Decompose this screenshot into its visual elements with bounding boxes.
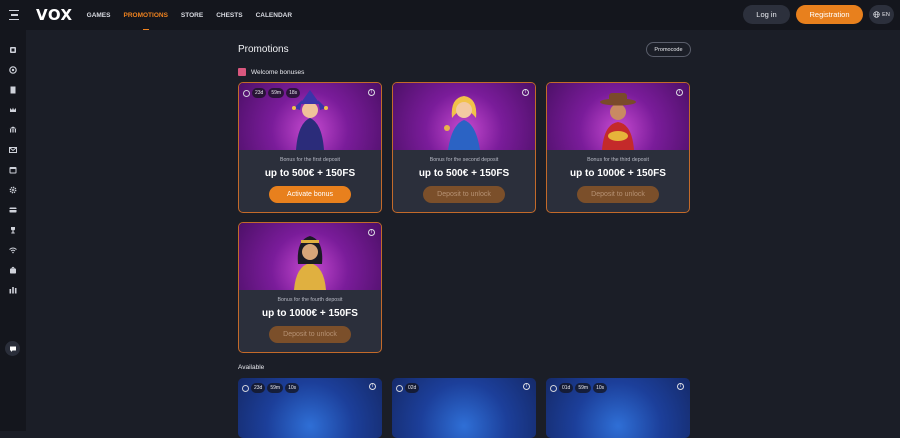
nav-chests[interactable]: CHESTS — [216, 0, 242, 30]
promo-art-blonde: i — [393, 83, 535, 150]
live-casino-icon[interactable] — [9, 66, 17, 74]
bonus-subtitle: Bonus for the second deposit — [429, 157, 499, 163]
page-title: Promotions — [238, 44, 289, 55]
bonus-amount: up to 500€ + 150FS — [418, 168, 510, 179]
chat-icon — [9, 346, 16, 352]
promo-timer: 23d 59m 10s — [242, 383, 300, 393]
bonus-amount: up to 1000€ + 150FS — [570, 168, 666, 179]
nav-store[interactable]: STORE — [181, 0, 203, 30]
top-bar: VOX GAMES PROMOTIONS STORE CHESTS CALEND… — [0, 0, 900, 30]
promocode-button[interactable]: Promocode — [646, 42, 691, 57]
gear-icon[interactable] — [9, 186, 17, 194]
promo-art-joker: 23d 59m 18s i — [239, 83, 381, 150]
clock-icon — [396, 384, 403, 392]
info-icon[interactable]: i — [368, 229, 375, 236]
available-promo-card[interactable]: 02d i — [392, 378, 536, 438]
main-nav: GAMES PROMOTIONS STORE CHESTS CALENDAR — [87, 0, 292, 30]
calendar-icon[interactable] — [9, 166, 17, 174]
mail-icon[interactable] — [9, 146, 17, 154]
clock-icon — [243, 89, 250, 97]
clock-icon — [550, 384, 557, 392]
bonus-card-third-deposit: i Bonus for the third deposit up to 1000… — [546, 82, 690, 213]
deposit-to-unlock-button[interactable]: Deposit to unlock — [269, 326, 351, 343]
timer-minutes: 59m — [268, 88, 285, 98]
timer-days: 01d — [559, 383, 574, 393]
bonus-subtitle: Bonus for the fourth deposit — [277, 297, 343, 303]
registration-button[interactable]: Registration — [796, 5, 863, 24]
welcome-section-header: Welcome bonuses — [238, 68, 304, 76]
language-selector[interactable]: EN — [869, 5, 894, 24]
logo[interactable]: VOX — [36, 6, 73, 24]
crown-icon[interactable] — [9, 106, 17, 114]
bonus-card-fourth-deposit: i Bonus for the fourth deposit up to 100… — [238, 222, 382, 353]
info-icon[interactable]: i — [677, 383, 684, 390]
deposit-to-unlock-button[interactable]: Deposit to unlock — [423, 186, 505, 203]
bonus-subtitle: Bonus for the third deposit — [587, 157, 649, 163]
info-icon[interactable]: i — [369, 383, 376, 390]
bonus-card-first-deposit: 23d 59m 18s i Bonus for the first deposi… — [238, 82, 382, 213]
nav-promotions[interactable]: PROMOTIONS — [123, 0, 168, 30]
timer-days: 02d — [405, 383, 420, 393]
bank-icon[interactable] — [9, 126, 17, 134]
available-promo-card[interactable]: 23d 59m 10s i — [238, 378, 382, 438]
bag-icon[interactable] — [9, 266, 17, 274]
welcome-section-title: Welcome bonuses — [251, 68, 305, 76]
card-icon[interactable] — [9, 206, 17, 214]
promo-timer: 01d 59m 10s — [550, 383, 608, 393]
document-icon[interactable] — [9, 86, 17, 94]
promo-art-cowboy: i — [547, 83, 689, 150]
clock-icon — [242, 384, 249, 392]
available-promo-card[interactable]: 01d 59m 10s i — [546, 378, 690, 438]
nav-games[interactable]: GAMES — [87, 0, 111, 30]
bonus-amount: up to 1000€ + 150FS — [262, 308, 358, 319]
nav-calendar[interactable]: CALENDAR — [256, 0, 292, 30]
chat-button[interactable] — [5, 341, 20, 356]
language-label: EN — [882, 11, 890, 18]
available-section-title: Available — [238, 364, 265, 371]
timer-minutes: 59m — [575, 383, 592, 393]
timer-seconds: 10s — [593, 383, 608, 393]
bonus-subtitle: Bonus for the first deposit — [279, 157, 341, 163]
deposit-to-unlock-button[interactable]: Deposit to unlock — [577, 186, 659, 203]
bonus-amount: up to 500€ + 150FS — [264, 168, 356, 179]
timer-days: 23d — [251, 383, 266, 393]
info-icon[interactable]: i — [368, 89, 375, 96]
gift-icon — [238, 68, 246, 76]
timer-seconds: 10s — [285, 383, 300, 393]
activate-bonus-button[interactable]: Activate bonus — [269, 186, 351, 203]
slots-icon[interactable] — [9, 46, 17, 54]
stats-icon[interactable] — [9, 286, 17, 294]
info-icon[interactable]: i — [523, 383, 530, 390]
login-button[interactable]: Log in — [743, 5, 790, 24]
trophy-icon[interactable] — [9, 226, 17, 234]
menu-icon[interactable] — [0, 0, 28, 30]
timer-seconds: 18s — [286, 88, 301, 98]
globe-icon — [873, 11, 880, 18]
promo-art-cleopatra: i — [239, 223, 381, 290]
promo-timer: 02d — [396, 383, 420, 393]
timer-minutes: 59m — [267, 383, 284, 393]
wifi-icon[interactable] — [9, 246, 17, 254]
timer-days: 23d — [252, 88, 267, 98]
info-icon[interactable]: i — [676, 89, 683, 96]
info-icon[interactable]: i — [522, 89, 529, 96]
sidebar — [0, 30, 26, 431]
bonus-card-second-deposit: i Bonus for the second deposit up to 500… — [392, 82, 536, 213]
promo-timer: 23d 59m 18s — [243, 88, 301, 98]
